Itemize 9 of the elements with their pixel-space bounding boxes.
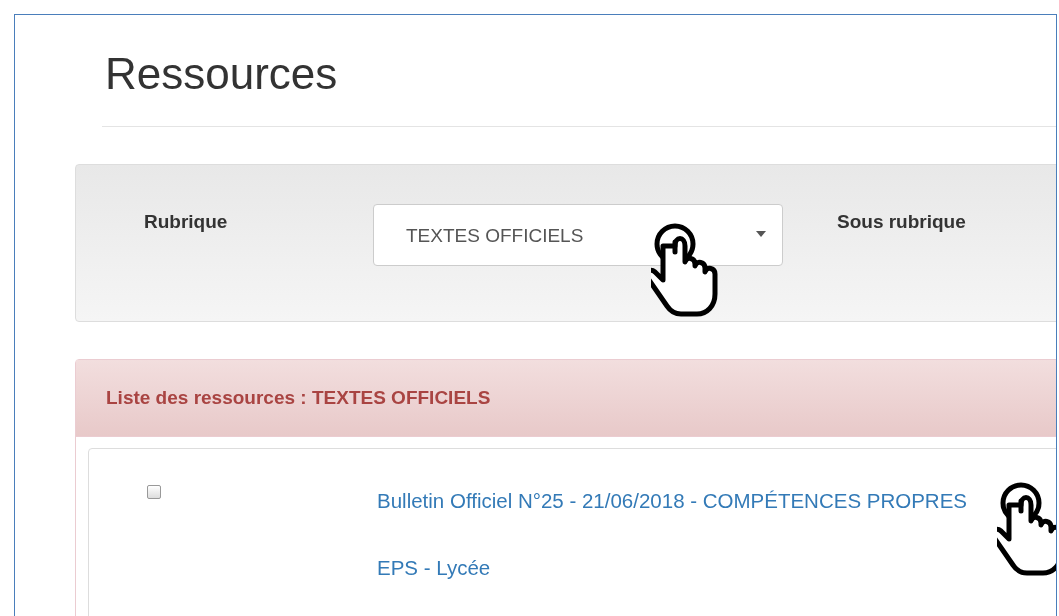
category-dropdown[interactable]: TEXTES OFFICIELS: [373, 204, 783, 266]
checkbox[interactable]: [147, 485, 161, 499]
caret-icon: [756, 231, 766, 237]
resource-link[interactable]: Bulletin Officiel N°25 - 21/06/2018 - COMPÉTENCES PROPRES EPS - Lycée: [377, 467, 991, 616]
panel-heading: Liste des ressources : TEXTES OFFICIELS: [106, 387, 491, 409]
page-title: Ressources: [104, 48, 339, 100]
filter-label: Sous rubrique: [837, 211, 966, 233]
pointer-hand-icon: [997, 481, 1056, 577]
filter-label: Rubrique: [144, 211, 229, 233]
